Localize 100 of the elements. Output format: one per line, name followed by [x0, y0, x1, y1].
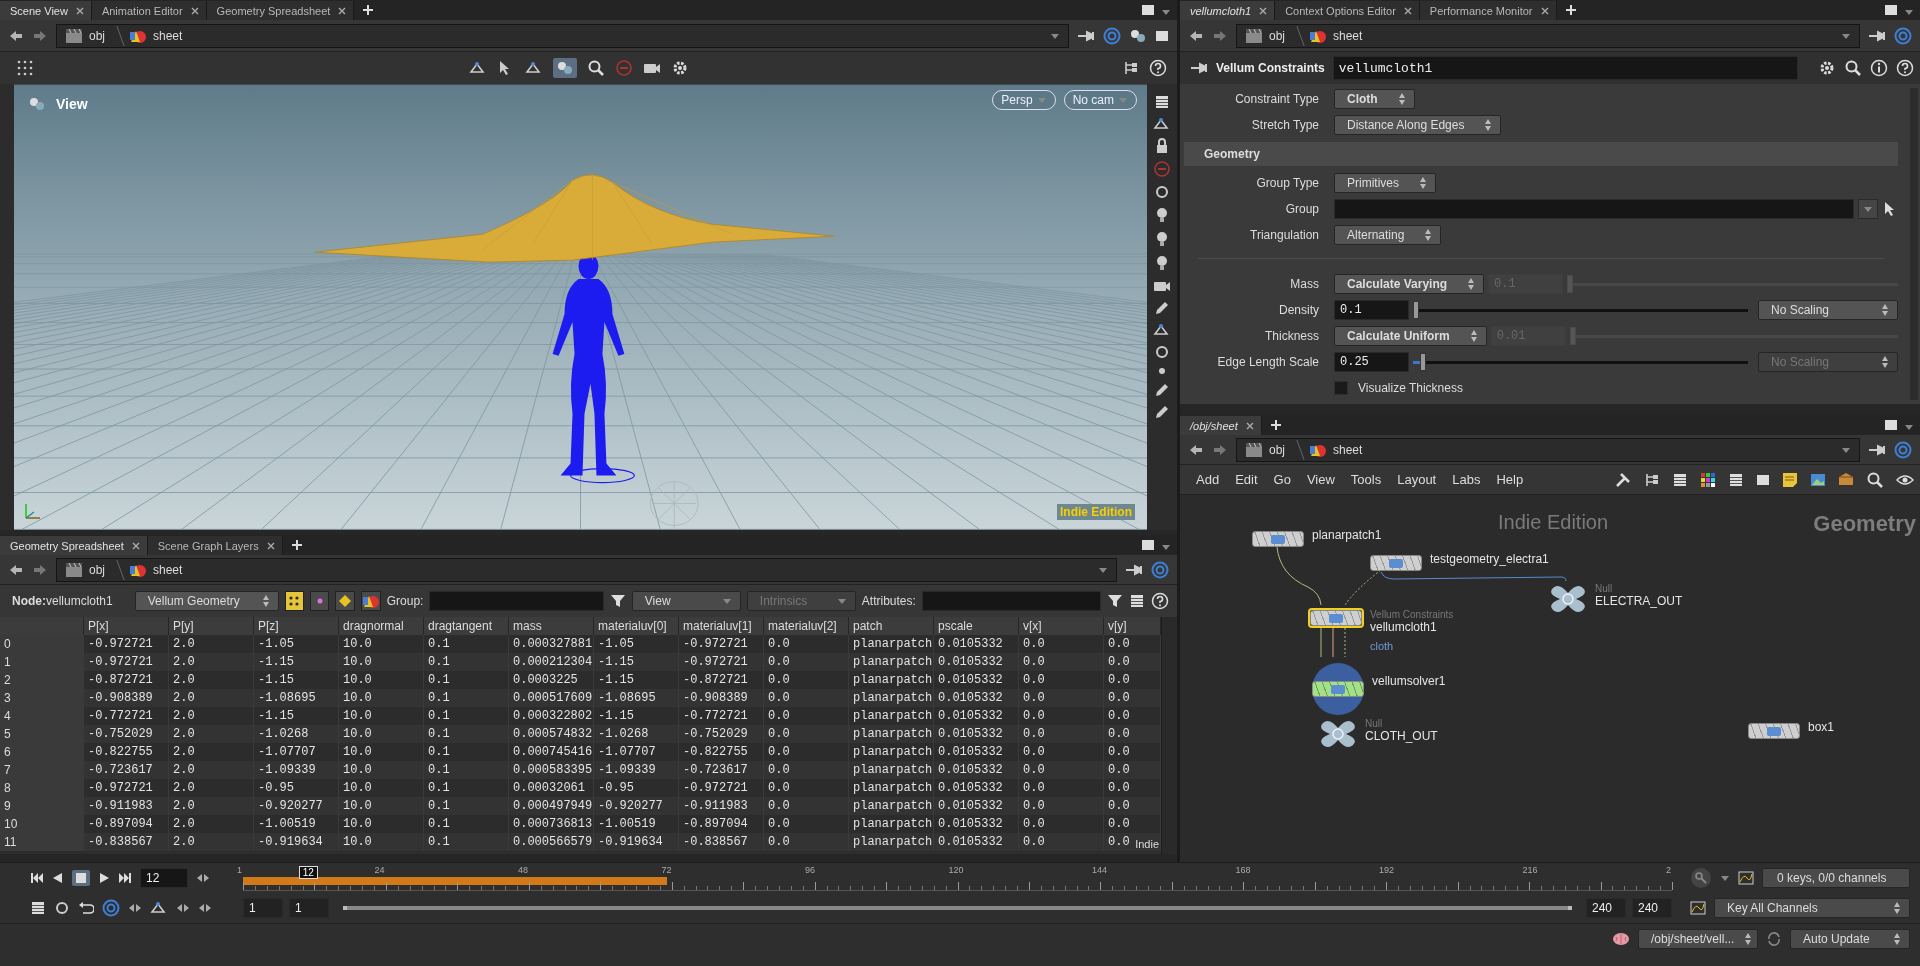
- step-icon[interactable]: [196, 873, 210, 883]
- close-icon[interactable]: [1245, 421, 1254, 430]
- column-header[interactable]: patch: [849, 617, 934, 635]
- pane-tab[interactable]: Geometry Spreadsheet: [206, 1, 355, 20]
- parameter-dropdown[interactable]: Alternating: [1334, 225, 1442, 245]
- start-frame-field[interactable]: 1: [243, 898, 283, 918]
- forward-arrow-icon[interactable]: [1212, 442, 1228, 457]
- view-icon[interactable]: [28, 96, 46, 112]
- value-field[interactable]: 0.1: [1334, 300, 1409, 320]
- close-icon[interactable]: [266, 541, 275, 550]
- pin-icon[interactable]: [1868, 28, 1886, 43]
- pane-tab[interactable]: Scene View: [0, 1, 92, 20]
- menu-item[interactable]: Go: [1271, 472, 1293, 487]
- column-header[interactable]: P[x]: [84, 617, 169, 635]
- close-icon[interactable]: [1259, 6, 1268, 15]
- column-header[interactable]: P[y]: [169, 617, 254, 635]
- close-icon[interactable]: [190, 6, 199, 15]
- node-tile[interactable]: [1308, 608, 1364, 628]
- group-field[interactable]: [1334, 199, 1854, 219]
- back-arrow-icon[interactable]: [8, 28, 24, 43]
- grid-dots-icon[interactable]: [16, 59, 34, 77]
- value-field[interactable]: 0.25: [1334, 352, 1409, 372]
- help-icon[interactable]: [1151, 592, 1170, 610]
- path-segment[interactable]: obj: [65, 561, 105, 578]
- pane-tab[interactable]: vellumcloth1: [1180, 1, 1276, 20]
- circle-icon[interactable]: [1154, 184, 1170, 200]
- path-segment[interactable]: sheet: [1309, 441, 1363, 458]
- graph-icon[interactable]: [1690, 901, 1706, 915]
- path-segment[interactable]: obj: [65, 27, 105, 44]
- settings-icon[interactable]: [1818, 59, 1836, 77]
- slider-handle[interactable]: [1419, 353, 1426, 371]
- add-tab-icon[interactable]: [362, 4, 375, 16]
- column-header[interactable]: P[z]: [254, 617, 339, 635]
- target-icon[interactable]: [1103, 26, 1121, 45]
- end-frame-field[interactable]: 240: [1586, 898, 1626, 918]
- back-arrow-icon[interactable]: [8, 562, 24, 577]
- search-icon[interactable]: [1866, 470, 1884, 489]
- image-icon[interactable]: [1810, 471, 1826, 488]
- sticky-note-icon[interactable]: [1782, 471, 1798, 488]
- group-field[interactable]: [429, 591, 604, 611]
- column-header[interactable]: pscale: [934, 617, 1019, 635]
- path-segment[interactable]: obj: [1245, 27, 1285, 44]
- lock-icon[interactable]: [1155, 138, 1169, 154]
- package-icon[interactable]: [1838, 471, 1854, 488]
- play-icon[interactable]: [98, 872, 110, 884]
- jump-start-icon[interactable]: [30, 872, 44, 884]
- snap-toggle-button[interactable]: [552, 58, 577, 78]
- frame-field[interactable]: 12: [140, 868, 188, 888]
- checkbox[interactable]: [1334, 381, 1348, 395]
- filter-icon[interactable]: [1107, 593, 1124, 609]
- caret-icon[interactable]: [1841, 31, 1851, 40]
- path-field[interactable]: obj sheet: [1236, 23, 1860, 48]
- section-header[interactable]: Geometry: [1184, 142, 1898, 166]
- view-menu-button[interactable]: No cam: [1063, 90, 1137, 110]
- pane-tab[interactable]: Scene Graph Layers: [147, 536, 283, 555]
- close-icon[interactable]: [1540, 6, 1549, 15]
- parameter-dropdown[interactable]: Distance Along Edges: [1334, 115, 1502, 135]
- add-tab-icon[interactable]: [1269, 419, 1282, 431]
- target-icon[interactable]: [1894, 26, 1912, 45]
- connector-wire[interactable]: [1276, 546, 1322, 606]
- node-name[interactable]: vellumcloth1: [1370, 621, 1454, 634]
- node-tile[interactable]: [1746, 721, 1802, 741]
- menu-item[interactable]: Edit: [1233, 472, 1260, 487]
- forward-arrow-icon[interactable]: [32, 28, 48, 43]
- info-icon[interactable]: [1870, 59, 1888, 77]
- pane-tab[interactable]: Geometry Spreadsheet: [0, 536, 148, 555]
- node-tile[interactable]: [1250, 529, 1306, 549]
- path-segment[interactable]: sheet: [129, 561, 183, 578]
- pencil-icon[interactable]: [1154, 300, 1170, 316]
- dropdown-button[interactable]: [1858, 199, 1878, 219]
- caret-icon[interactable]: [1720, 874, 1730, 882]
- target-icon[interactable]: [1151, 560, 1169, 579]
- node-tile[interactable]: [1368, 553, 1424, 573]
- parameter-dropdown[interactable]: Primitives: [1334, 173, 1436, 193]
- caret-icon[interactable]: [1841, 445, 1851, 454]
- column-header[interactable]: dragtangent: [424, 617, 509, 635]
- close-icon[interactable]: [1403, 6, 1412, 15]
- stop-button[interactable]: [72, 870, 90, 886]
- close-icon[interactable]: [75, 6, 84, 15]
- menu-item[interactable]: View: [1304, 472, 1337, 487]
- node-name[interactable]: vellumsolver1: [1372, 675, 1446, 688]
- node-name-field[interactable]: vellumcloth1: [1332, 56, 1798, 80]
- path-dropdown[interactable]: /obj/sheet/vell...: [1638, 928, 1758, 949]
- menu-item[interactable]: Add: [1194, 472, 1222, 487]
- parameter-dropdown[interactable]: No Scaling: [1758, 300, 1898, 320]
- column-header[interactable]: v[y]: [1104, 617, 1161, 635]
- menu-item[interactable]: Layout: [1395, 472, 1439, 487]
- path-segment[interactable]: sheet: [129, 27, 183, 44]
- key-channels-dropdown[interactable]: Key All Channels: [1714, 898, 1910, 918]
- parameter-dropdown[interactable]: Cloth: [1334, 89, 1415, 109]
- brain-icon[interactable]: [1612, 931, 1630, 946]
- view-menu-button[interactable]: Persp: [992, 90, 1056, 110]
- back-arrow-icon[interactable]: [1188, 28, 1204, 43]
- key-icon[interactable]: [1690, 867, 1712, 889]
- update-mode-dropdown[interactable]: Auto Update: [1790, 928, 1910, 949]
- attribute-class-button[interactable]: [335, 591, 355, 611]
- loop-icon[interactable]: [78, 901, 94, 915]
- path-segment[interactable]: sheet: [1309, 27, 1363, 44]
- column-header[interactable]: v[x]: [1019, 617, 1104, 635]
- jump-end-icon[interactable]: [118, 872, 132, 884]
